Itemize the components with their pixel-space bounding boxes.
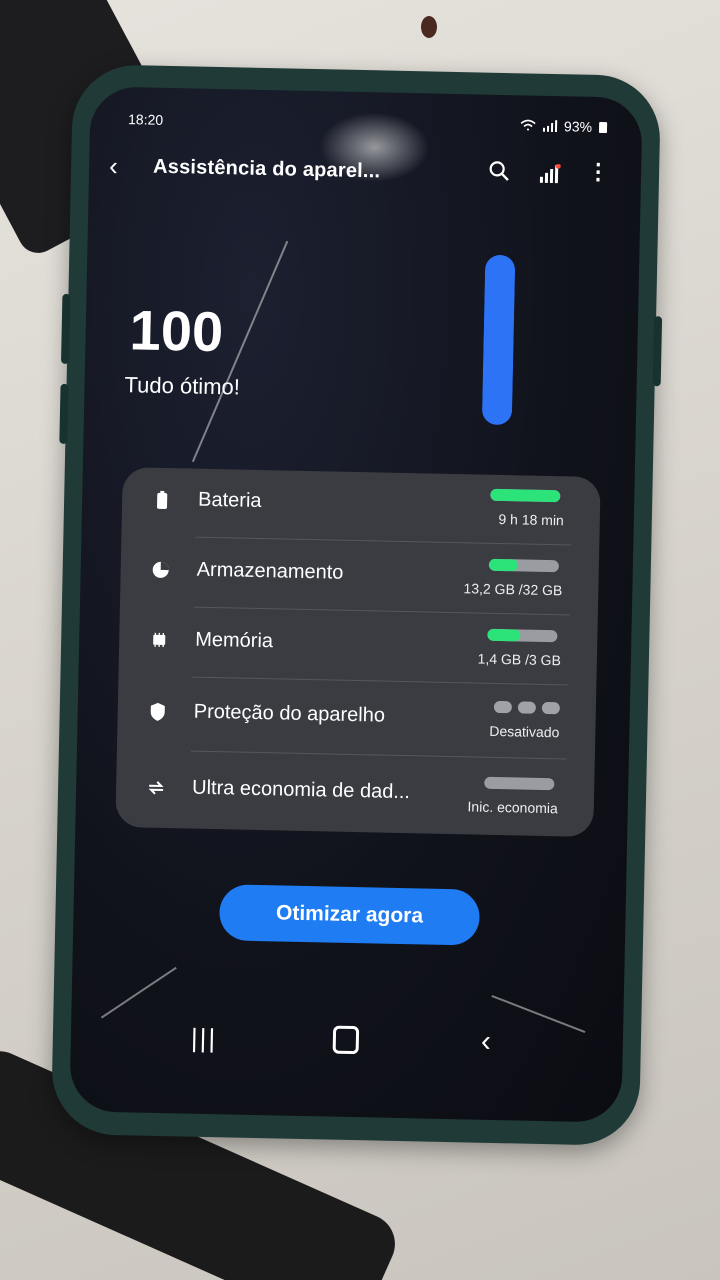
wifi-icon	[520, 119, 536, 131]
score-level-bar	[481, 254, 516, 426]
navigation-bar: ||| ‹	[70, 1006, 623, 1078]
status-bar: 18:20 93%	[128, 107, 608, 143]
page-title: Assistência do aparel...	[152, 155, 381, 183]
surface-speck	[421, 16, 437, 38]
signal-strength-icon	[542, 120, 558, 133]
power-button	[652, 316, 663, 387]
status-dot	[517, 701, 537, 714]
status-icons: 93%	[520, 117, 608, 135]
usage-bar-fill	[487, 628, 521, 642]
shield-icon	[150, 702, 165, 721]
list-item-label: Bateria	[197, 488, 262, 512]
list-item-label: Memória	[195, 628, 274, 653]
photo-scene: 18:20 93% ‹ Assistência do aparel... ⋮ 1…	[0, 0, 720, 1280]
battery-percent: 93%	[563, 118, 593, 135]
home-icon[interactable]	[332, 1025, 360, 1055]
list-item-label: Armazenamento	[196, 558, 344, 584]
recents-icon[interactable]: |||	[191, 1023, 218, 1055]
list-item-value: 9 h 18 min	[498, 510, 564, 529]
list-item-device-protection[interactable]: Proteção do aparelho Desativado	[117, 679, 596, 757]
usage-bar	[488, 558, 559, 573]
list-item-battery[interactable]: Bateria 9 h 18 min	[121, 467, 600, 545]
score-status-text: Tudo ótimo!	[124, 372, 241, 400]
usage-bar	[487, 628, 558, 643]
device-care-score: 100	[129, 298, 224, 364]
optimize-now-button[interactable]: Otimizar agora	[218, 884, 481, 946]
status-dots	[493, 700, 561, 715]
device-care-card: Bateria 9 h 18 min Armazenamento 13,2 GB…	[115, 467, 601, 838]
usage-bar-fill	[488, 558, 518, 572]
battery-icon	[157, 490, 168, 509]
list-item-value: 13,2 GB /32 GB	[463, 580, 563, 599]
usage-bar	[490, 488, 561, 503]
toolbar: ‹ Assistência do aparel... ⋮	[109, 147, 622, 198]
score-level-fill	[481, 254, 516, 426]
phone-screen: 18:20 93% ‹ Assistência do aparel... ⋮ 1…	[69, 86, 643, 1123]
memory-icon	[153, 632, 166, 647]
storage-icon	[152, 561, 169, 578]
list-item-value: Inic. economia	[467, 798, 558, 817]
status-dot	[541, 701, 561, 715]
list-item-label: Ultra economia de dad...	[191, 776, 411, 804]
phone-case: 18:20 93% ‹ Assistência do aparel... ⋮ 1…	[50, 63, 663, 1147]
back-arrow-icon[interactable]: ‹	[109, 147, 118, 185]
diagnostics-icon[interactable]	[539, 163, 561, 184]
list-item-data-saver[interactable]: Ultra economia de dad... Inic. economia	[115, 755, 594, 833]
status-time: 18:20	[127, 111, 164, 128]
list-item-storage[interactable]: Armazenamento 13,2 GB /32 GB	[120, 537, 599, 615]
nav-back-icon[interactable]: ‹	[481, 1025, 492, 1059]
more-options-icon[interactable]: ⋮	[587, 159, 610, 185]
list-item-value: 1,4 GB /3 GB	[477, 650, 562, 669]
usage-bar-fill	[490, 488, 561, 503]
status-dot	[493, 700, 513, 714]
list-item-label: Proteção do aparelho	[193, 700, 386, 727]
volume-button-lower	[59, 383, 69, 444]
battery-status-icon	[598, 122, 608, 134]
volume-button	[60, 293, 71, 364]
usage-bar	[484, 776, 555, 791]
search-icon[interactable]	[487, 159, 511, 183]
data-saver-icon	[148, 781, 164, 795]
list-item-value: Desativado	[489, 722, 560, 741]
list-item-memory[interactable]: Memória 1,4 GB /3 GB	[118, 607, 597, 685]
